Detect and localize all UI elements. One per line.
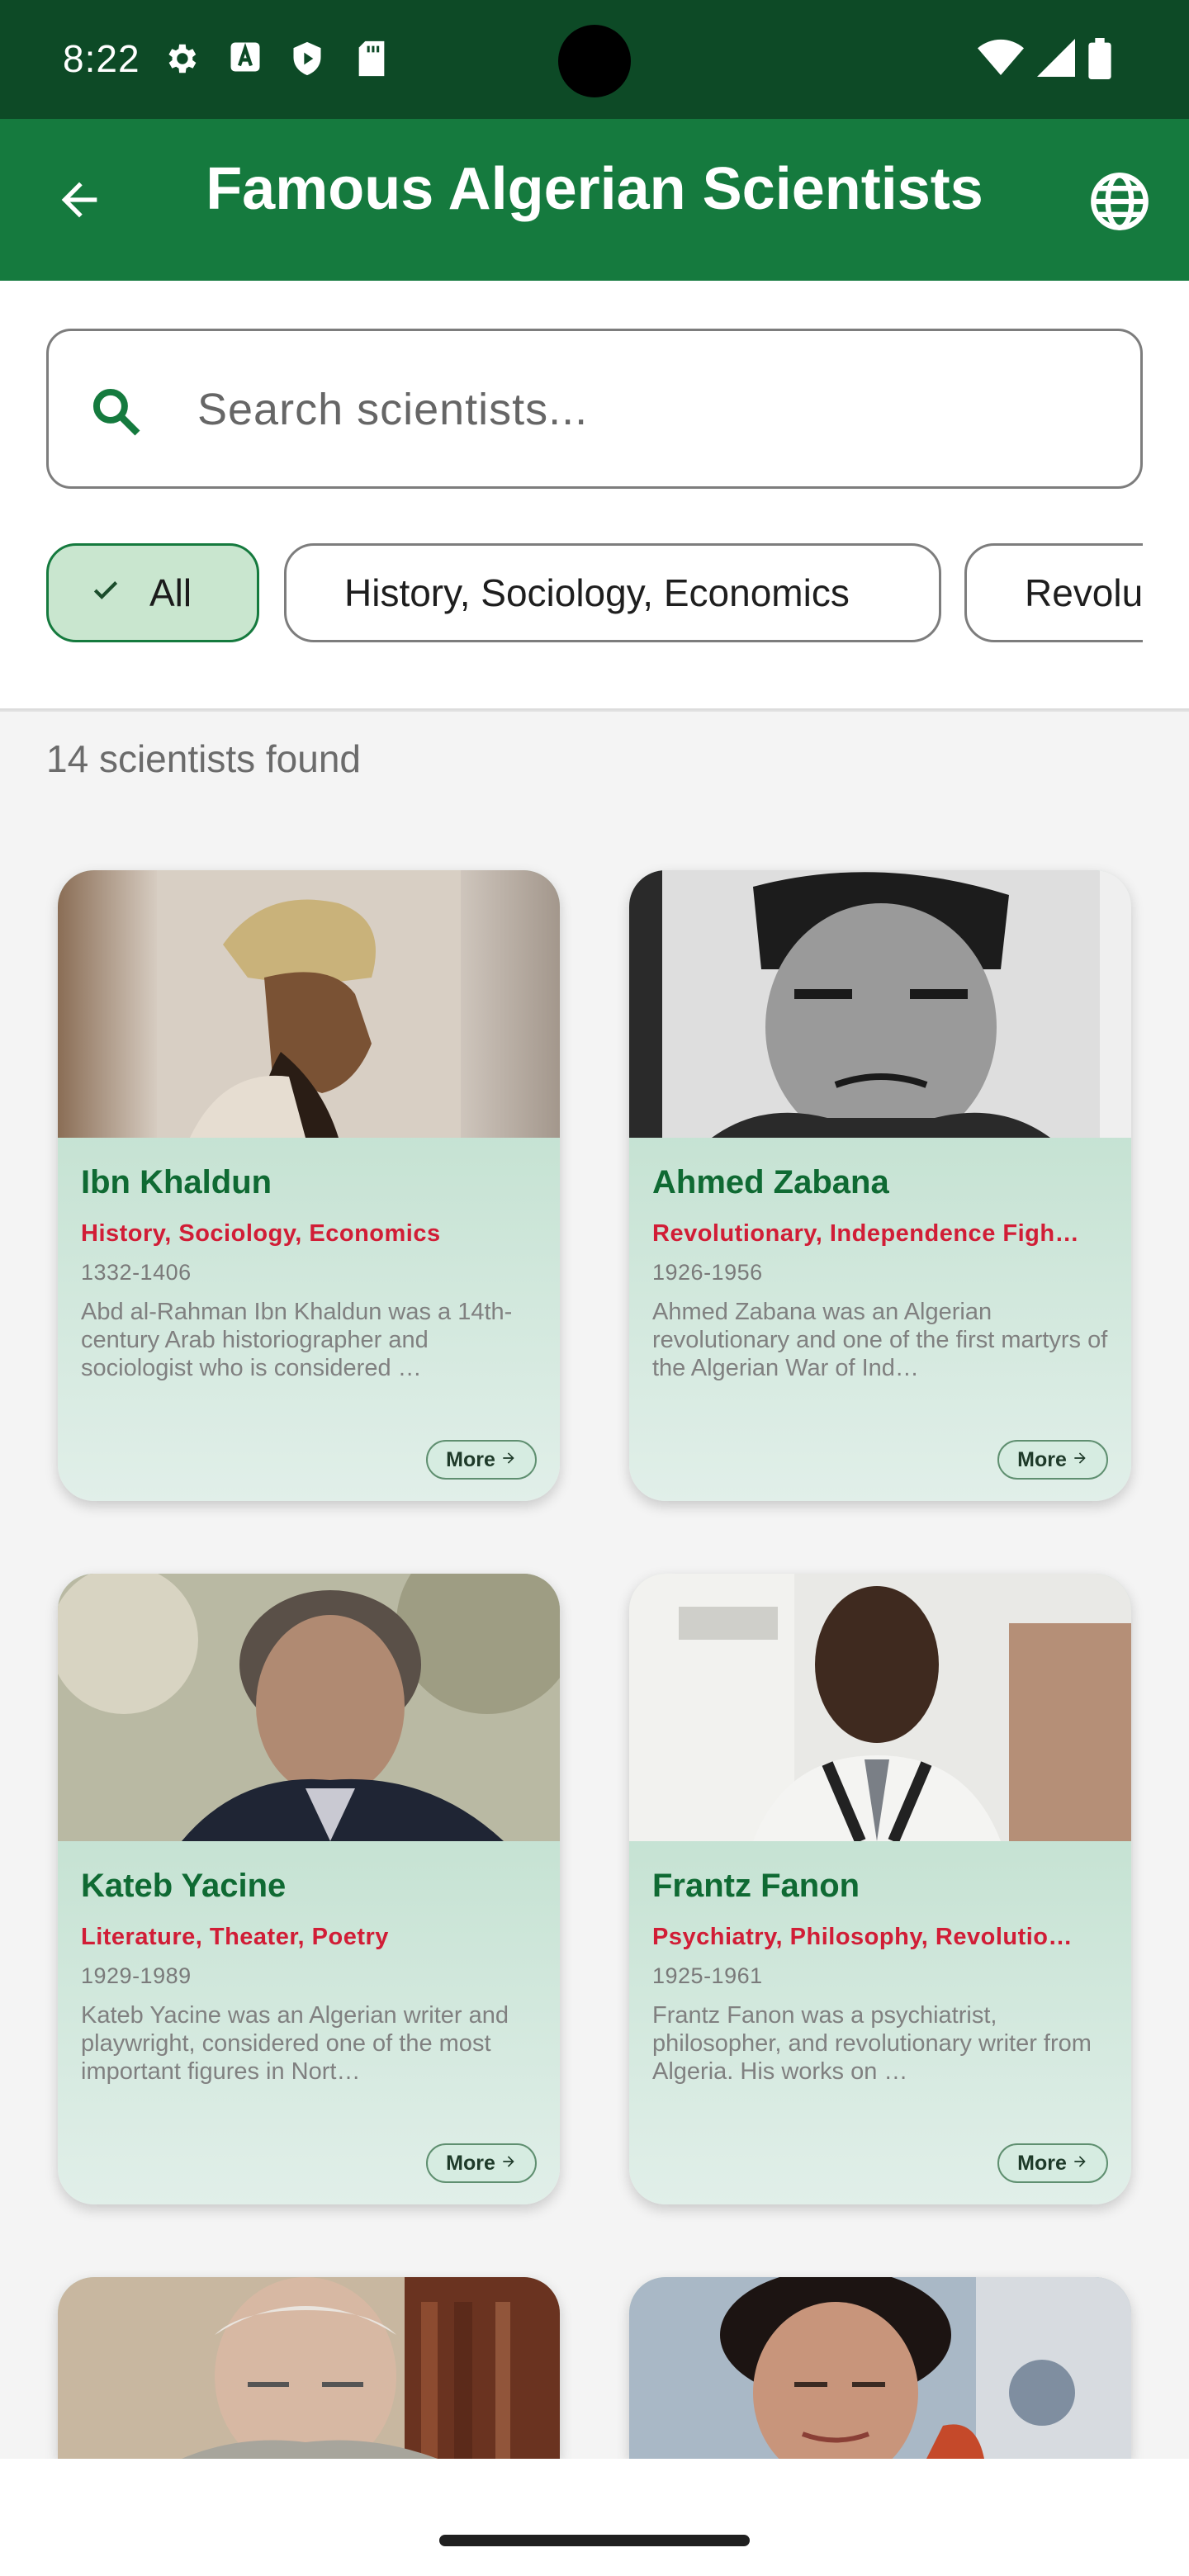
scientist-card[interactable] — [629, 2277, 1131, 2459]
scientist-years: 1332-1406 — [81, 1260, 192, 1285]
scientist-name: Frantz Fanon — [652, 1868, 860, 1904]
page-title: Famous Algerian Scientists — [206, 156, 983, 222]
scientist-field: History, Sociology, Economics — [81, 1220, 441, 1247]
scientist-name: Ahmed Zabana — [652, 1164, 889, 1200]
search-input[interactable] — [197, 364, 1106, 455]
scientist-card[interactable]: Ibn Khaldun History, Sociology, Economic… — [58, 870, 560, 1501]
scientist-card[interactable]: Frantz Fanon Psychiatry, Philosophy, Rev… — [629, 1574, 1131, 2204]
scientist-field: Psychiatry, Philosophy, Revolutio… — [652, 1924, 1073, 1950]
chip-label: History, Sociology, Economics — [344, 571, 850, 614]
scientist-description: Frantz Fanon was a psychiatrist, philoso… — [652, 2002, 1092, 2085]
status-bar: 8:22 — [0, 0, 1189, 119]
scientist-years: 1926-1956 — [652, 1260, 763, 1285]
search-box[interactable] — [46, 329, 1143, 489]
more-label: More — [446, 2151, 495, 2175]
check-icon — [90, 571, 121, 615]
arrow-forward-icon — [1072, 2152, 1088, 2176]
scientist-field: Revolutionary, Independence Figh… — [652, 1220, 1080, 1247]
scientist-field: Literature, Theater, Poetry — [81, 1924, 389, 1950]
arrow-forward-icon — [500, 1448, 517, 1472]
shield-play-icon — [289, 40, 325, 82]
scientist-photo — [629, 2277, 1131, 2459]
more-button[interactable]: More — [997, 2143, 1108, 2183]
scientist-card[interactable]: Ahmed Zabana Revolutionary, Independence… — [629, 870, 1131, 1501]
scientist-photo — [629, 1574, 1131, 1841]
scientist-card[interactable] — [58, 2277, 560, 2459]
chip-all[interactable]: All — [46, 543, 259, 642]
more-label: More — [446, 1447, 495, 1471]
scientist-photo — [58, 870, 560, 1138]
language-button[interactable] — [1080, 163, 1159, 243]
home-indicator[interactable] — [439, 2535, 750, 2546]
a-badge-icon — [228, 40, 263, 78]
scientist-description: Kateb Yacine was an Algerian writer and … — [81, 2002, 509, 2085]
search-icon — [88, 384, 144, 444]
more-label: More — [1017, 1447, 1067, 1471]
scientist-name: Kateb Yacine — [81, 1868, 287, 1904]
scientist-description: Ahmed Zabana was an Algerian revolutiona… — [652, 1299, 1108, 1381]
arrow-forward-icon — [500, 2152, 517, 2176]
scientist-photo — [58, 1574, 560, 1841]
arrow-forward-icon — [1072, 1448, 1088, 1472]
battery-icon — [1088, 38, 1111, 83]
scientist-description: Abd al-Rahman Ibn Khaldun was a 14th-cen… — [81, 1299, 513, 1381]
wifi-icon — [978, 38, 1024, 82]
scientist-photo — [629, 870, 1131, 1138]
chip-history-sociology-economics[interactable]: History, Sociology, Economics — [284, 543, 941, 642]
chip-label: Revolu — [1025, 571, 1143, 614]
signal-icon — [1037, 38, 1075, 82]
more-button[interactable]: More — [426, 1440, 537, 1480]
scientist-years: 1929-1989 — [81, 1963, 192, 1988]
scientist-years: 1925-1961 — [652, 1963, 763, 1988]
status-time: 8:22 — [63, 37, 140, 80]
chip-revolutionary[interactable]: Revolu — [964, 543, 1143, 642]
chip-label: All — [149, 571, 192, 614]
scientist-name: Ibn Khaldun — [81, 1164, 272, 1200]
settings-icon — [162, 40, 200, 82]
more-label: More — [1017, 2151, 1067, 2175]
bottom-bar — [0, 2459, 1189, 2576]
results-count: 14 scientists found — [46, 737, 362, 780]
scientist-photo — [58, 2277, 560, 2459]
app-bar: Famous Algerian Scientists — [0, 119, 1189, 281]
front-camera — [558, 25, 631, 97]
filter-chip-row: All History, Sociology, Economics Revolu — [46, 543, 1143, 642]
more-button[interactable]: More — [426, 2143, 537, 2183]
scientist-card[interactable]: Kateb Yacine Literature, Theater, Poetry… — [58, 1574, 560, 2204]
globe-icon — [1088, 170, 1151, 237]
more-button[interactable]: More — [997, 1440, 1108, 1480]
sd-card-icon — [355, 40, 388, 82]
